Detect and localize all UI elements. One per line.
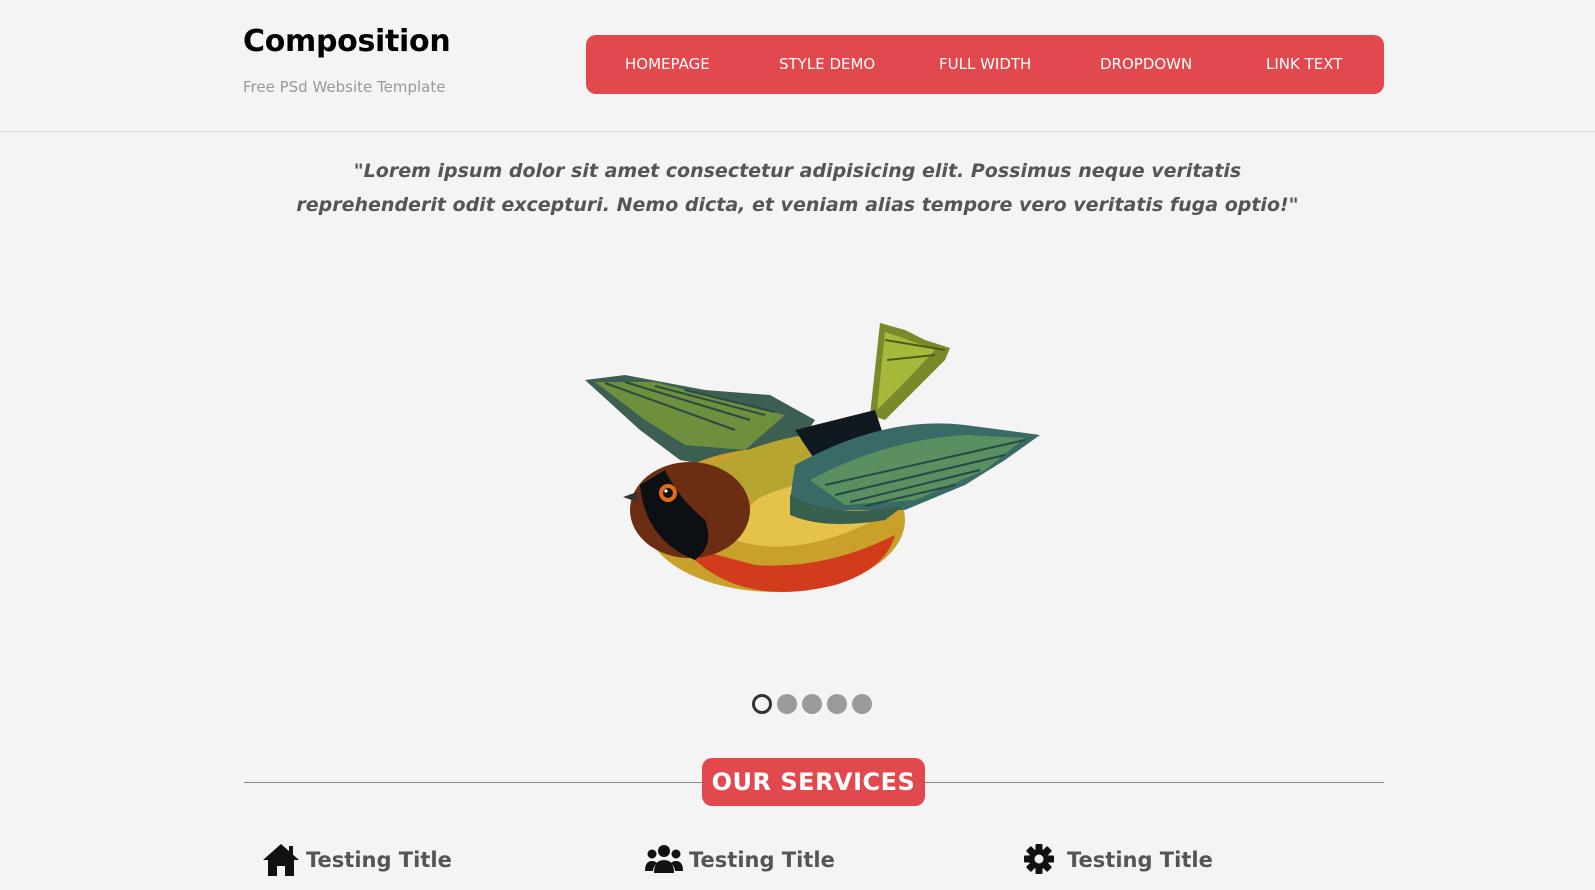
slider-dot-3[interactable] [802, 694, 822, 714]
slider-dot-1[interactable] [752, 694, 772, 714]
site-title[interactable]: Composition [243, 24, 451, 59]
services-heading: OUR SERVICES [702, 758, 925, 806]
service-title: Testing Title [689, 848, 835, 872]
hero-quote: "Lorem ipsum dolor sit amet consectetur … [296, 160, 1299, 216]
nav-item-full-width[interactable]: FULL WIDTH [939, 35, 1031, 94]
service-title: Testing Title [1067, 848, 1213, 872]
nav-item-dropdown[interactable]: DROPDOWN [1100, 35, 1192, 94]
site-header: Composition Free PSd Website Template HO… [0, 0, 1595, 132]
slider-dot-2[interactable] [777, 694, 797, 714]
nav-item-style-demo[interactable]: STYLE DEMO [779, 35, 875, 94]
slider-dot-5[interactable] [852, 694, 872, 714]
nav-item-homepage[interactable]: HOMEPAGE [625, 35, 710, 94]
slider-image [585, 320, 1055, 610]
service-title: Testing Title [306, 848, 452, 872]
main-nav: HOMEPAGE STYLE DEMO FULL WIDTH DROPDOWN … [586, 35, 1384, 94]
gear-icon [1023, 843, 1061, 877]
home-icon [262, 843, 300, 877]
nav-item-link-text[interactable]: LINK TEXT [1266, 35, 1342, 94]
users-icon [645, 843, 683, 877]
bird-illustration [585, 323, 1040, 592]
slider-dot-4[interactable] [827, 694, 847, 714]
site-tagline: Free PSd Website Template [243, 78, 446, 96]
